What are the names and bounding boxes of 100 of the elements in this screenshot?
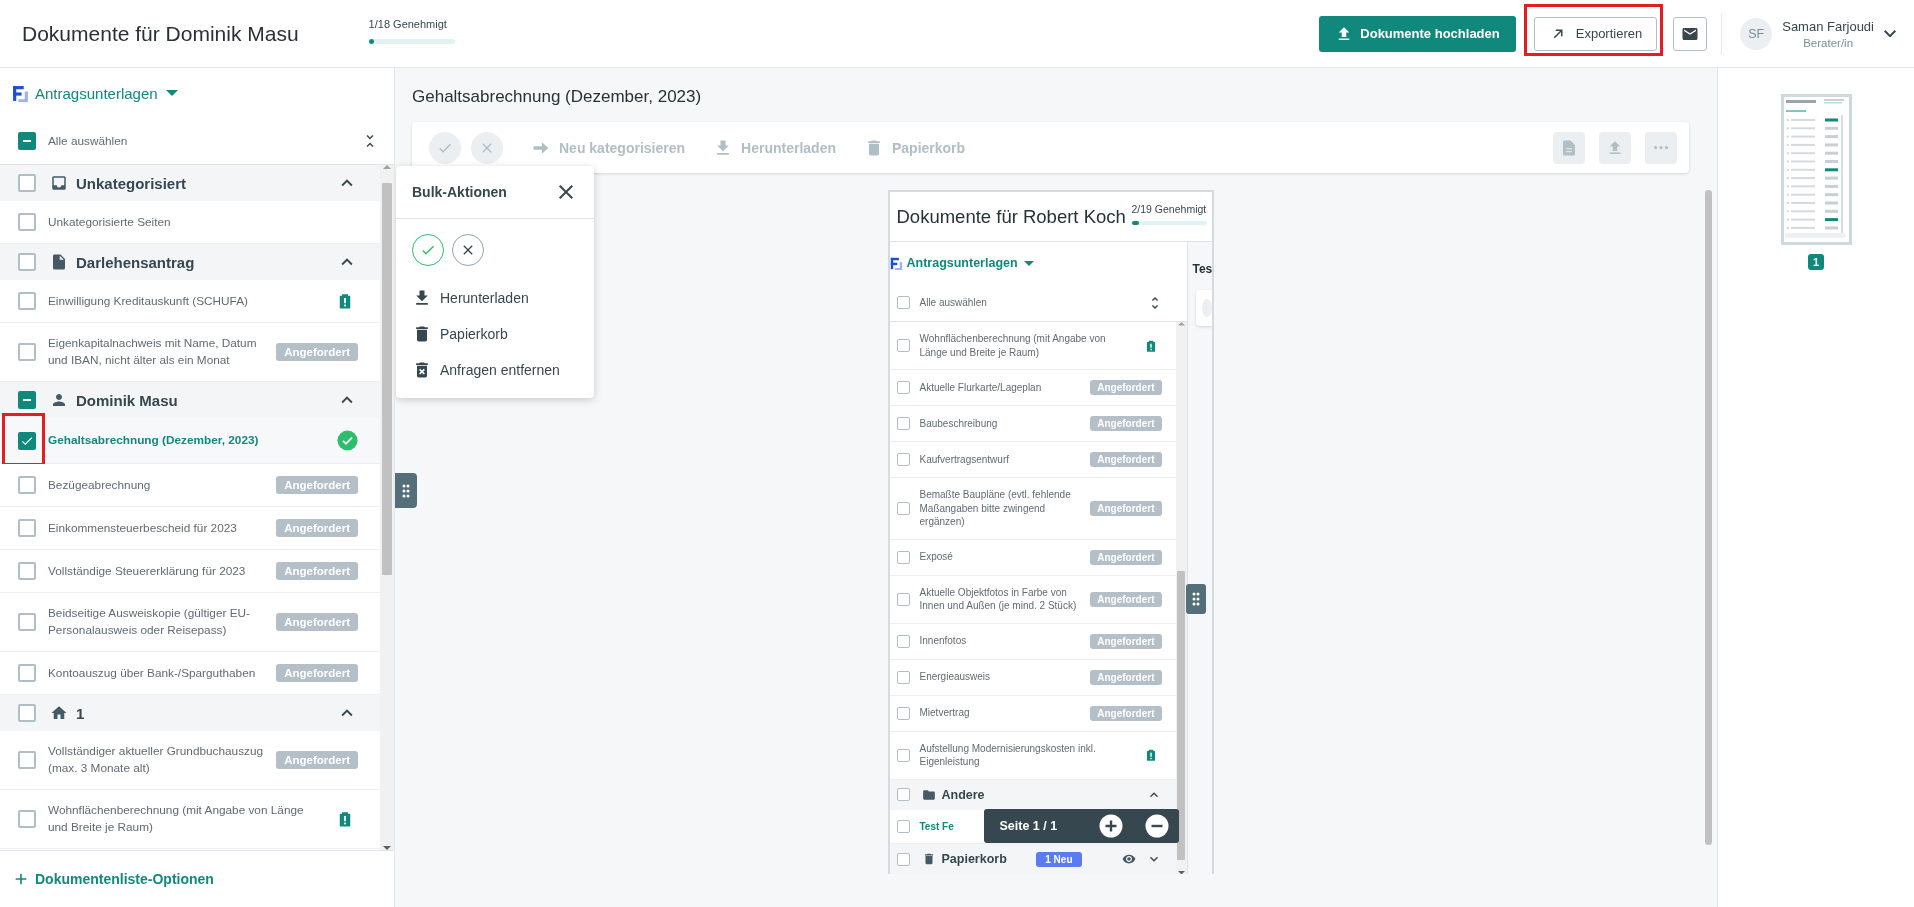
checkbox[interactable] [896, 417, 910, 430]
scrollbar[interactable] [1705, 190, 1712, 845]
user-menu-button[interactable] [1884, 29, 1896, 38]
document-label: Kontoauszug über Bank-/Sparguthaben [48, 664, 256, 682]
checkbox[interactable] [896, 788, 910, 801]
checkbox[interactable] [18, 704, 36, 722]
checkbox[interactable] [896, 453, 910, 466]
document-set-dropdown[interactable]: Antragsunterlagen [35, 84, 178, 102]
section-title: Tes [1191, 262, 1212, 276]
checkbox[interactable] [18, 253, 36, 271]
menu-item[interactable]: Papierkorb [412, 316, 508, 352]
scrollbar[interactable] [380, 165, 394, 850]
checkbox[interactable] [18, 751, 36, 769]
checkbox[interactable] [896, 634, 910, 648]
caret-down-icon [165, 90, 178, 96]
scroll-up-icon [1177, 322, 1185, 326]
document-label: Eigenkapitalnachweis mit Name, Datum und IBAN, nicht älter als ein Monat [48, 335, 258, 369]
group-header[interactable]: Dominik Masu [0, 382, 380, 418]
avatar: SF [1740, 17, 1773, 50]
folder-icon [921, 787, 936, 802]
upload-button[interactable]: Dokumente hochladen [1319, 15, 1516, 52]
document-label: Baubeschreibung [919, 416, 998, 431]
checkbox[interactable] [896, 592, 910, 606]
user-name: Saman Farjoudi [1782, 18, 1874, 34]
drag-handle[interactable] [395, 473, 417, 508]
caret-down-icon [1023, 260, 1034, 266]
menu-item[interactable]: Herunterladen [412, 280, 529, 316]
document-label: Innenfotos [919, 634, 967, 648]
status-badge: Angefordert [1090, 452, 1162, 467]
checkbox[interactable] [18, 810, 36, 828]
document-label: Kaufvertragsentwurf [919, 452, 1009, 467]
checkbox[interactable] [18, 664, 36, 682]
page-thumbnail[interactable] [1780, 94, 1852, 245]
checkbox[interactable] [896, 501, 910, 515]
approve-button[interactable] [412, 234, 444, 266]
plus-icon [13, 871, 29, 887]
status-badge: Angefordert [1090, 705, 1162, 721]
chevron-down-icon [1884, 29, 1896, 38]
group-header[interactable]: Papierkorb 1 Neu [889, 844, 1176, 874]
document-label: Aktuelle Objektfotos in Farbe von Innen und Außen (je mind. 2 Stück) [919, 585, 1078, 613]
checkbox[interactable] [18, 562, 36, 580]
progress-label: 2/19 Genehmigt [1131, 202, 1207, 215]
document-set-dropdown[interactable]: Antragsunterlagen [906, 256, 1034, 270]
group-header[interactable]: Andere [889, 779, 1176, 810]
checkbox[interactable] [18, 343, 36, 361]
drag-handle[interactable] [1185, 584, 1206, 614]
document-label: Vollständiger aktueller Grundbuchauszug (max. 3 Monate alt) [48, 743, 265, 777]
checkbox[interactable] [18, 476, 36, 494]
document-icon [50, 253, 68, 271]
document-label: Gehaltsabrechnung (Dezember, 2023) [48, 432, 259, 449]
checkbox[interactable] [896, 339, 910, 352]
checkbox[interactable] [18, 292, 36, 310]
group-header[interactable]: 1 [0, 695, 380, 731]
checkbox[interactable] [896, 550, 910, 564]
group-header[interactable]: Unkategorisiert [0, 165, 380, 201]
select-all-label: Alle auswählen [919, 297, 988, 308]
document-row[interactable]: Bezügeabrechnung Angefordert [0, 464, 380, 507]
checkbox[interactable] [18, 613, 36, 631]
group-title: Papierkorb [941, 852, 1008, 866]
checkbox[interactable] [896, 706, 910, 720]
document-label: Mietvertrag [919, 706, 970, 720]
group-header[interactable]: Darlehensantrag [0, 244, 380, 280]
popup-title: Bulk-Aktionen [412, 184, 507, 200]
document-title: Gehaltsabrechnung (Dezember, 2023) [412, 87, 703, 107]
plus-circle-icon [1099, 814, 1124, 838]
document-label: Aktuelle Flurkarte/Lageplan [919, 380, 1042, 395]
list-options-button[interactable]: Dokumentenliste-Optionen [13, 871, 214, 887]
house-icon [50, 704, 68, 722]
checkbox[interactable] [18, 174, 36, 192]
scrollbar[interactable] [1175, 322, 1187, 874]
checkbox[interactable] [18, 132, 36, 150]
checkbox[interactable] [896, 296, 910, 309]
checkbox[interactable] [896, 852, 910, 866]
checkbox[interactable] [896, 819, 910, 833]
document-label: Test Fe [919, 819, 954, 833]
user-role: Berater/in [1803, 36, 1854, 49]
checkbox[interactable] [18, 519, 36, 537]
checkbox[interactable] [18, 391, 36, 409]
status-badge: Angefordert [276, 562, 358, 580]
status-badge: Angefordert [1090, 549, 1162, 565]
group-title: Darlehensantrag [76, 253, 196, 271]
zoom-out-button[interactable] [1145, 814, 1170, 838]
checkbox[interactable] [18, 213, 36, 231]
export-button[interactable]: Exportieren [1533, 16, 1658, 51]
document-label: Bemaßte Baupläne (evtl. fehlende Maßangaben bitte zwingend ergänzen) [919, 488, 1072, 529]
checkbox[interactable] [18, 431, 36, 450]
status-badge: Angefordert [276, 751, 358, 769]
file-icon [1560, 138, 1578, 157]
mail-button[interactable] [1673, 16, 1708, 51]
status-badge: Angefordert [1090, 669, 1162, 685]
checkbox[interactable] [896, 381, 910, 394]
zoom-in-button[interactable] [1099, 814, 1124, 838]
group-title: Unkategorisiert [76, 174, 188, 192]
status-badge: Angefordert [1090, 633, 1162, 649]
checkbox[interactable] [896, 670, 910, 684]
document-label: Energieausweis [919, 670, 991, 684]
logo-icon [889, 256, 903, 270]
menu-item[interactable]: Anfragen entfernen [412, 352, 560, 388]
reject-button[interactable] [452, 234, 484, 266]
checkbox[interactable] [896, 748, 910, 762]
